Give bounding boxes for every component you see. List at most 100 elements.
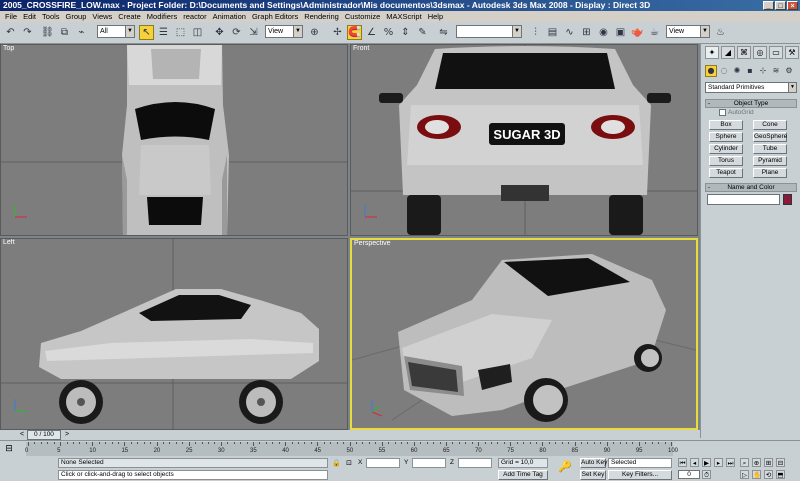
helpers-icon[interactable]: ⊹	[757, 65, 769, 77]
viewport-label-front[interactable]: Front	[353, 45, 369, 52]
pivot-center-icon[interactable]: ⊕	[307, 25, 322, 40]
menu-graph-editors[interactable]: Graph Editors	[249, 11, 301, 22]
angle-snap-icon[interactable]: ∠	[364, 25, 379, 40]
select-and-rotate-icon[interactable]: ⟳	[229, 25, 244, 40]
menu-animation[interactable]: Animation	[210, 11, 249, 22]
hierarchy-tab-icon[interactable]: ⌘	[737, 46, 751, 59]
spinner-snap-icon[interactable]: ⇕	[398, 25, 413, 40]
cameras-icon[interactable]: ▪	[744, 65, 756, 77]
menu-customize[interactable]: Customize	[342, 11, 383, 22]
menu-maxscript[interactable]: MAXScript	[383, 11, 424, 22]
x-coordinate-input[interactable]	[366, 458, 400, 468]
edit-named-selection-icon[interactable]: ✎	[415, 25, 430, 40]
close-button[interactable]: ×	[787, 1, 798, 10]
teapot-render-icon[interactable]: ♨	[713, 25, 728, 40]
viewport-label-left[interactable]: Left	[3, 239, 15, 246]
motion-tab-icon[interactable]: ◎	[753, 46, 767, 59]
menu-group[interactable]: Group	[63, 11, 90, 22]
field-of-view-icon[interactable]: ▷	[740, 470, 749, 479]
zoom-extents-icon[interactable]: ⊞	[764, 458, 773, 467]
utilities-tab-icon[interactable]: ⚒	[785, 46, 799, 59]
menu-help[interactable]: Help	[425, 11, 446, 22]
key-icon[interactable]: 🔑	[558, 461, 572, 472]
curve-editor-icon[interactable]: ∿	[562, 25, 577, 40]
redo-icon[interactable]: ↷	[20, 25, 35, 40]
next-frame-icon[interactable]: ▸	[714, 458, 723, 467]
mirror-icon[interactable]: ⇋	[436, 25, 451, 40]
maximize-button[interactable]: □	[775, 1, 786, 10]
render-frame-icon[interactable]: 🫖	[630, 25, 645, 40]
window-crossing-icon[interactable]: ◫	[190, 25, 205, 40]
add-time-tag-button[interactable]: Add Time Tag	[498, 470, 548, 480]
menu-modifiers[interactable]: Modifiers	[144, 11, 180, 22]
bind-space-warp-icon[interactable]: ⌁	[74, 25, 89, 40]
autogrid-checkbox[interactable]: AutoGrid	[719, 109, 754, 116]
pan-view-icon[interactable]: ✋	[752, 470, 761, 479]
shapes-icon[interactable]: ◌	[718, 65, 730, 77]
time-configuration-icon[interactable]: ⏱	[702, 470, 711, 479]
time-slider-thumb[interactable]: 0 / 100	[27, 430, 61, 440]
mini-curve-editor-icon[interactable]: ⊟	[3, 443, 15, 455]
zoom-icon[interactable]: ⌕	[740, 458, 749, 467]
rectangular-selection-icon[interactable]: ⬚	[173, 25, 188, 40]
plane-button[interactable]: Plane	[753, 168, 787, 178]
pyramid-button[interactable]: Pyramid	[753, 156, 787, 166]
snaps-toggle-icon[interactable]: 🧲	[347, 25, 362, 40]
render-view-dropdown[interactable]: View ▼	[666, 25, 710, 38]
key-filters-button[interactable]: Key Filters...	[608, 470, 672, 480]
viewport-left[interactable]: Left	[0, 238, 348, 430]
maximize-viewport-icon[interactable]: ⬒	[776, 470, 785, 479]
box-button[interactable]: Box	[709, 120, 743, 130]
menu-edit[interactable]: Edit	[20, 11, 39, 22]
object-name-input[interactable]	[707, 194, 780, 205]
display-tab-icon[interactable]: ▭	[769, 46, 783, 59]
menu-create[interactable]: Create	[115, 11, 144, 22]
go-to-end-icon[interactable]: ⏭	[726, 458, 735, 467]
arc-rotate-icon[interactable]: ⟲	[764, 470, 773, 479]
reference-coordinate-dropdown[interactable]: View ▼	[265, 25, 303, 38]
percent-snap-icon[interactable]: %	[381, 25, 396, 40]
geosphere-button[interactable]: GeoSphere	[753, 132, 787, 142]
menu-tools[interactable]: Tools	[39, 11, 63, 22]
select-and-link-icon[interactable]: ⛓	[40, 25, 55, 40]
cylinder-button[interactable]: Cylinder	[709, 144, 743, 154]
cone-button[interactable]: Cone	[753, 120, 787, 130]
zoom-all-icon[interactable]: ⊕	[752, 458, 761, 467]
tube-button[interactable]: Tube	[753, 144, 787, 154]
track-ruler[interactable]: 0 5 10 15 20 25 30 35 40 45 50 55 60 65 70 75 80 85 90 95 10…	[25, 442, 678, 456]
select-and-move-icon[interactable]: ✥	[212, 25, 227, 40]
select-and-manipulate-icon[interactable]: ✢	[330, 25, 345, 40]
geometry-icon[interactable]: ●	[705, 65, 717, 77]
time-previous-icon[interactable]: <	[17, 430, 27, 440]
select-by-name-icon[interactable]: ☰	[156, 25, 171, 40]
select-and-scale-icon[interactable]: ⇲	[246, 25, 261, 40]
selection-lock-icon[interactable]: 🔒	[332, 458, 341, 468]
minimize-button[interactable]: _	[763, 1, 774, 10]
create-tab-icon[interactable]: ✦	[705, 46, 719, 59]
zoom-extents-all-icon[interactable]: ⊟	[776, 458, 785, 467]
select-object-icon[interactable]: ↖	[139, 25, 154, 40]
menu-file[interactable]: File	[2, 11, 20, 22]
go-to-start-icon[interactable]: ⏮	[678, 458, 687, 467]
current-frame-input[interactable]: 0	[678, 470, 700, 479]
auto-key-button[interactable]: Auto Key	[580, 458, 607, 468]
schematic-view-icon[interactable]: ⊞	[579, 25, 594, 40]
z-coordinate-input[interactable]	[458, 458, 492, 468]
time-slider[interactable]: < 0 / 100 >	[0, 430, 700, 440]
space-warps-icon[interactable]: ≋	[770, 65, 782, 77]
modify-tab-icon[interactable]: ◢	[721, 46, 735, 59]
previous-frame-icon[interactable]: ◂	[690, 458, 699, 467]
menu-views[interactable]: Views	[89, 11, 115, 22]
play-icon[interactable]: ▶	[702, 458, 711, 467]
absolute-mode-icon[interactable]: ⊡	[345, 458, 353, 468]
viewport-top[interactable]: Top	[0, 44, 348, 236]
selection-filter-dropdown[interactable]: All ▼	[97, 25, 135, 38]
set-key-button[interactable]: Set Key	[580, 470, 606, 480]
primitive-category-dropdown[interactable]: Standard Primitives ▼	[705, 82, 797, 93]
key-mode-dropdown[interactable]: Selected	[608, 458, 672, 468]
name-and-color-rollout[interactable]: - Name and Color	[705, 183, 797, 192]
lights-icon[interactable]: ✺	[731, 65, 743, 77]
viewport-front[interactable]: Front SUGAR 3D	[350, 44, 698, 236]
align-icon[interactable]: ⫶	[528, 25, 543, 40]
named-selection-sets-dropdown[interactable]: ▼	[456, 25, 522, 38]
